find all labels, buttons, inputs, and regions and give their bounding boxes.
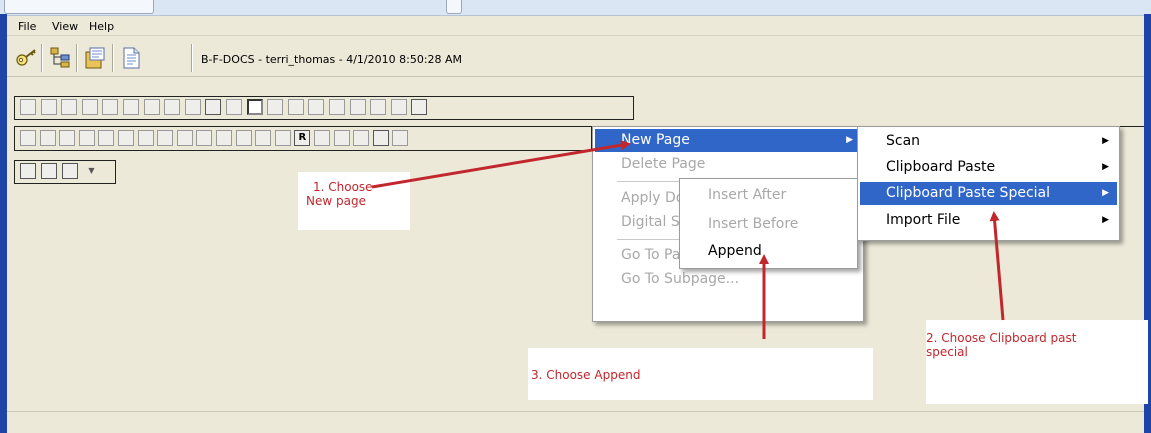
annotation-arrows — [371, 140, 1005, 339]
arrow-to-clipboard-paste-special — [989, 211, 1005, 321]
arrow-to-new-page — [371, 140, 631, 189]
